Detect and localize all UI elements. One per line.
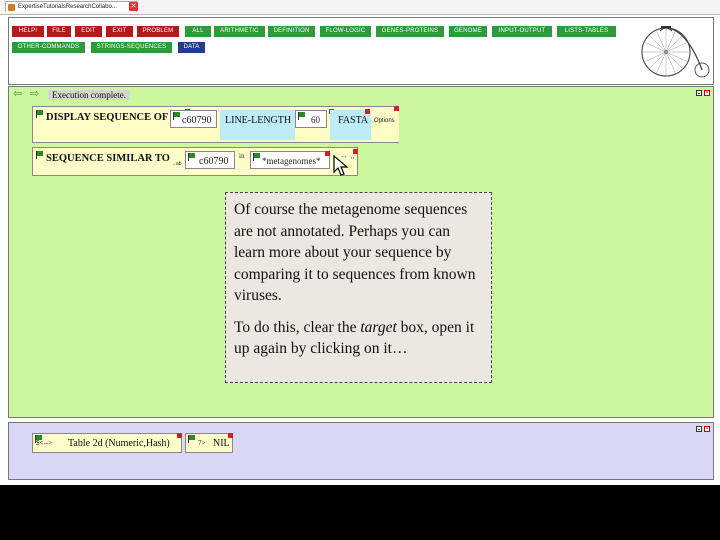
screen: ExpertiseTutorialsResearchCollabo... ✕ H… (0, 0, 720, 485)
delete-box-icon[interactable] (394, 106, 399, 111)
mouse-cursor-icon (333, 155, 349, 176)
delete-argument-icon[interactable] (325, 151, 330, 156)
lists-tables-button[interactable]: LISTS-TABLES (557, 26, 616, 37)
genes-proteins-button[interactable]: GENES-PROTEINS (376, 26, 444, 37)
result-prefix: 7> (198, 439, 206, 447)
file-button[interactable]: FILE (47, 26, 71, 37)
target-argument-value: *metagenomes* (262, 156, 321, 166)
result-prefix: $<--> (36, 439, 53, 447)
result-item-table[interactable]: $<--> Table 2d (Numeric,Hash) (32, 433, 182, 453)
fasta-label: FASTA (338, 115, 369, 126)
exit-button[interactable]: EXIT (106, 26, 133, 37)
options-link[interactable]: Options (374, 118, 395, 124)
definition-button[interactable]: DEFINITION (268, 26, 315, 37)
sequence-argument-value: c60790 (182, 115, 212, 126)
argument-flag-icon (298, 112, 305, 120)
sequence-argument-box[interactable]: c60790 (170, 110, 217, 128)
argument-flag-icon (173, 112, 180, 120)
fasta-option[interactable]: FASTA (330, 110, 371, 140)
forward-arrow-icon[interactable]: ⇨ (30, 89, 43, 100)
results-panel: × $<--> Table 2d (Numeric,Hash) 7> NIL (8, 422, 714, 480)
callout-paragraph-1: Of course the metagenome sequences are n… (234, 201, 476, 304)
in-label: in (239, 152, 245, 160)
browser-tab-title: ExpertiseTutorialsResearchCollabo... (18, 4, 117, 10)
sequence-similar-function-box[interactable]: SEQUENCE SIMILAR TO →ab c60790 in *metag… (32, 147, 358, 176)
tutorial-callout: Of course the metagenome sequences are n… (225, 192, 492, 383)
browser-tab[interactable]: ExpertiseTutorialsResearchCollabo... (5, 1, 137, 12)
penny-farthing-logo (641, 26, 710, 78)
query-argument-value: c60790 (199, 156, 229, 167)
flow-logic-button[interactable]: FLOW-LOGIC (320, 26, 371, 37)
help-button[interactable]: HELP! (12, 26, 44, 37)
result-table-label: Table 2d (Numeric,Hash) (68, 438, 170, 449)
results-minimize-icon[interactable] (696, 426, 702, 432)
query-argument-box[interactable]: c60790 (185, 151, 235, 169)
argument-flag-icon (253, 153, 260, 161)
workspace-minimize-icon[interactable] (696, 90, 702, 96)
target-argument-box[interactable]: *metagenomes* (250, 151, 330, 169)
page-icon (8, 4, 15, 11)
genome-button[interactable]: GENOME (449, 26, 487, 37)
browser-tab-strip: ExpertiseTutorialsResearchCollabo... ✕ (0, 0, 720, 15)
other-commands-button[interactable]: OTHER-COMMANDS (12, 42, 85, 53)
arithmetic-button[interactable]: ARITHMETIC (214, 26, 265, 37)
result-item-nil[interactable]: 7> NIL (185, 433, 233, 453)
workspace-close-icon[interactable]: × (704, 90, 710, 96)
delete-box-icon[interactable] (353, 149, 358, 154)
result-flag-icon (188, 435, 195, 443)
input-output-button[interactable]: INPUT-OUTPUT (492, 26, 552, 37)
back-arrow-icon[interactable]: ⇦ (13, 89, 26, 100)
function-flag-icon (36, 151, 43, 159)
results-close-icon[interactable]: × (704, 426, 710, 432)
delete-result-icon[interactable] (228, 433, 233, 438)
line-length-value: 60 (311, 115, 320, 125)
callout-paragraph-2: To do this, clear the target box, open i… (234, 317, 483, 360)
tab-close-icon[interactable]: ✕ (129, 2, 138, 11)
line-length-value-box[interactable]: 60 (295, 110, 327, 128)
line-length-label: LINE-LENGTH (225, 115, 292, 126)
result-nil-label: NIL (213, 438, 230, 449)
argument-prefix: →ab (171, 161, 182, 167)
line-length-option[interactable]: LINE-LENGTH (220, 110, 295, 140)
delete-result-icon[interactable] (177, 433, 182, 438)
status-message: Execution complete. (48, 90, 130, 100)
argument-flag-icon (188, 153, 195, 161)
callout-emphasis: target (360, 318, 397, 336)
display-sequence-label: DISPLAY SEQUENCE OF (46, 112, 169, 123)
edit-button[interactable]: EDIT (75, 26, 102, 37)
problem-button[interactable]: PROBLEM (137, 26, 179, 37)
display-sequence-function-box[interactable]: DISPLAY SEQUENCE OF c60790 LINE-LENGTH 6… (32, 106, 399, 143)
command-menu-panel: HELP! FILE EDIT EXIT PROBLEM ALL ARITHME… (8, 17, 714, 85)
data-button[interactable]: DATA (178, 42, 205, 53)
delete-option-icon[interactable] (365, 109, 370, 114)
sequence-similar-label: SEQUENCE SIMILAR TO (46, 153, 170, 164)
all-button[interactable]: ALL (185, 26, 211, 37)
function-flag-icon (36, 110, 43, 118)
strings-sequences-button[interactable]: STRINGS-SEQUENCES (91, 42, 172, 53)
callout-text: To do this, clear the (234, 318, 361, 336)
